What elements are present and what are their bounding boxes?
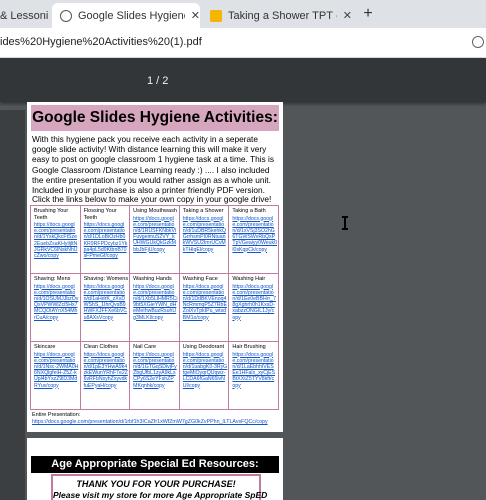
thank-you-text: THANK YOU FOR YOUR PURCHASE! (76, 479, 236, 489)
activity-cell: Taking a Shower https://docs.google.com/p… (178, 205, 230, 274)
activity-cell: Shaving: Mens https://docs.google.com/pre… (30, 273, 81, 342)
activity-cell: Washing Hair https://docs.google.com/pres… (228, 273, 279, 342)
activity-link[interactable]: https://docs.google.com/presentation/d/1… (183, 216, 228, 253)
google-lens-icon[interactable] (472, 36, 484, 48)
activity-title: Hair Brushing (232, 344, 266, 350)
activity-title: Washing Hands (133, 276, 172, 282)
activity-link[interactable]: https://docs.google.com/presentation/d/1… (232, 352, 277, 389)
store-visit-text: Please visit my store for more Age Appro… (53, 490, 268, 500)
tab-title: & Lessoni (0, 9, 49, 22)
activity-link[interactable]: https://docs.google.com/presentation/d/1… (34, 284, 79, 321)
text-cursor-icon (342, 216, 348, 230)
activity-link[interactable]: https://docs.google.com/presentation/d/1… (232, 216, 277, 253)
activity-cell: Hair Brushing https://docs.google.com/pre… (228, 341, 279, 410)
tab-lessons[interactable]: & Lessoni ✕ (0, 3, 52, 28)
activity-title: Nail Care (133, 344, 157, 350)
activity-cell: Flossing Your Teeth https://docs.google.c… (79, 205, 131, 274)
links-instruction: Click the links below to make your own c… (32, 194, 272, 204)
pdf-page-2: Age Appropriate Special Ed Resources: TH… (27, 438, 283, 500)
activity-cell: Nail Care https://docs.google.com/present… (129, 341, 180, 410)
activity-link[interactable]: https://docs.google.com/presentation/d/1… (84, 284, 129, 321)
activity-title: Washing Hair (232, 276, 266, 282)
activity-link[interactable]: https://docs.google.com/presentation/d/1… (34, 222, 79, 259)
tab-close-icon[interactable]: ✕ (343, 9, 352, 22)
pdf-page-1: Google Slides Hygiene Activities: With t… (27, 102, 283, 432)
url-text[interactable]: ides%20Hygiene%20Activities%20(1).pdf (0, 36, 202, 48)
activity-cell: Using Mouthwash https://docs.google.com/p… (129, 205, 180, 274)
activities-table: Brushing Your Teeth https://docs.google.c… (30, 205, 279, 410)
tab-close-icon[interactable]: ✕ (191, 9, 200, 22)
table-row: Skincare https://docs.google.com/presenta… (30, 341, 279, 410)
activity-cell: Shaving: Womens https://docs.google.com/p… (79, 273, 131, 342)
tab-taking-a-shower[interactable]: Taking a Shower TPT - Google ✕ (202, 3, 352, 28)
activity-title: Skincare (34, 344, 56, 350)
activity-cell: Washing Face https://docs.google.com/pres… (178, 273, 230, 342)
activity-link[interactable]: https://docs.google.com/presentation/d/1… (232, 284, 277, 321)
activity-link[interactable]: https://docs.google.com/presentation/d/1… (84, 352, 129, 389)
activity-link[interactable]: https://docs.google.com/presentation/d/1… (34, 352, 79, 389)
table-row: Shaving: Mens https://docs.google.com/pre… (30, 273, 279, 342)
previous-page-edge (0, 110, 25, 500)
activity-title: Using Mouthwash (133, 208, 177, 214)
activity-link[interactable]: https://docs.google.com/presentation/d/1… (183, 352, 228, 389)
tab-google-slides-hygiene[interactable]: Google Slides Hygiene Activitie ✕ (52, 3, 200, 28)
activity-title: Shaving: Womens (83, 276, 129, 282)
address-bar[interactable]: ides%20Hygiene%20Activities%20(1).pdf (0, 28, 486, 58)
browser-tab-strip: & Lessoni ✕ Google Slides Hygiene Activi… (0, 0, 486, 28)
thank-you-box: THANK YOU FOR YOUR PURCHASE! Please visi… (51, 474, 268, 500)
activity-cell: Taking a Bath https://docs.google.com/pre… (228, 205, 279, 274)
activity-title: Taking a Shower (182, 208, 224, 214)
activity-cell: Skincare https://docs.google.com/presenta… (30, 341, 81, 410)
tab-title: Taking a Shower TPT - Google (228, 9, 337, 22)
page-title: Google Slides Hygiene Activities: (31, 105, 279, 131)
resources-banner: Age Appropriate Special Ed Resources: (31, 456, 279, 473)
google-slides-icon (210, 9, 222, 22)
activity-link[interactable]: https://docs.google.com/presentation/d/1… (133, 216, 178, 253)
tab-title: Google Slides Hygiene Activitie (78, 9, 185, 22)
activity-cell: Clean Clothes https://docs.google.com/pre… (79, 341, 131, 410)
activity-title: Brushing Your Teeth (34, 208, 69, 221)
activity-cell: Brushing Your Teeth https://docs.google.c… (30, 205, 81, 274)
new-tab-button[interactable]: + (358, 4, 378, 24)
pdf-toolbar: 1 / 2 (0, 58, 486, 102)
activity-title: Washing Face (182, 276, 218, 282)
activity-link[interactable]: https://docs.google.com/presentation/d/1… (133, 352, 178, 389)
activity-cell: Using Deodorant https://docs.google.com/p… (178, 341, 230, 410)
activity-link[interactable]: https://docs.google.com/presentation/d/1… (133, 284, 178, 321)
entire-presentation-link[interactable]: https://docs.google.com/presentation/d/1… (32, 419, 278, 425)
activity-link[interactable]: https://docs.google.com/presentation/d/1… (183, 284, 228, 321)
activity-title: Clean Clothes (83, 344, 119, 350)
activity-title: Using Deodorant (182, 344, 225, 350)
entire-presentation-label: Entire Presentation: (32, 412, 81, 418)
activity-title: Shaving: Mens (34, 276, 71, 282)
page-indicator: 1 / 2 (147, 75, 169, 87)
activity-title: Taking a Bath (232, 208, 266, 214)
activity-title: Flossing Your Teeth (83, 208, 117, 221)
globe-icon (60, 9, 72, 22)
intro-paragraph: With this hygiene pack you receive each … (32, 134, 274, 196)
activity-cell: Washing Hands https://docs.google.com/pre… (129, 273, 180, 342)
table-row: Brushing Your Teeth https://docs.google.c… (30, 205, 279, 274)
activity-link[interactable]: https://docs.google.com/presentation/d/1… (84, 222, 129, 259)
